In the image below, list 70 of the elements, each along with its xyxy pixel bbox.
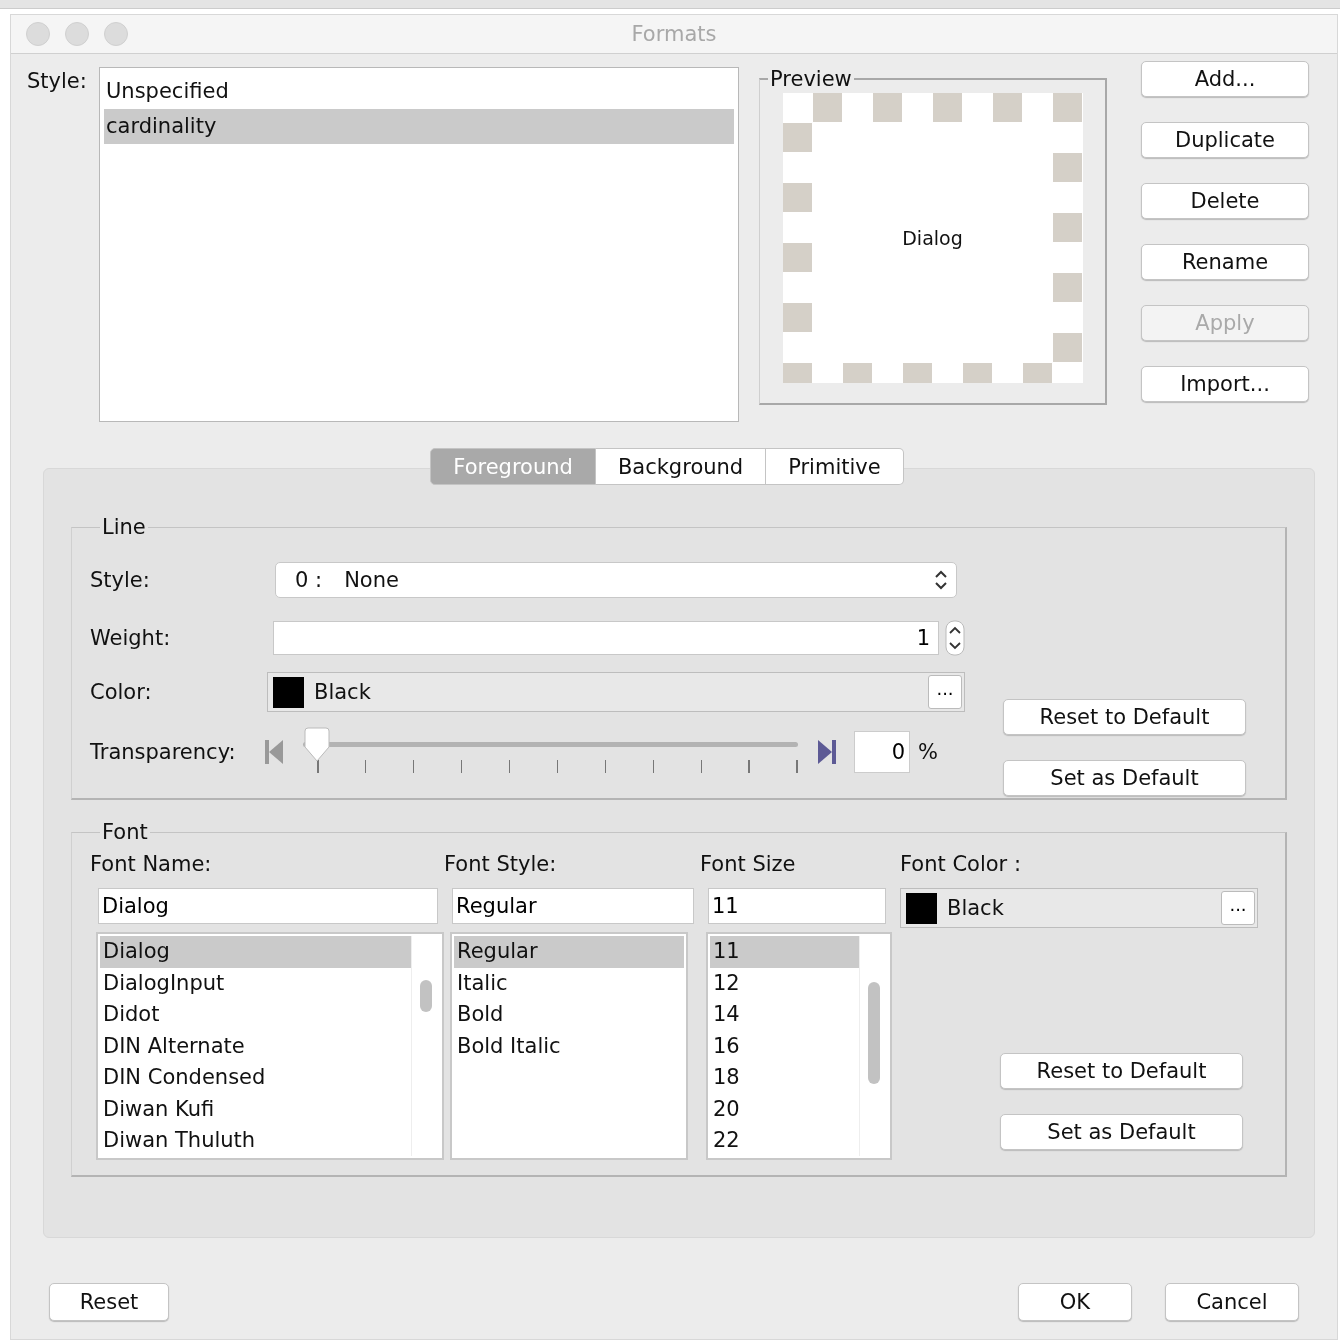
field-label: Font Name: bbox=[90, 852, 213, 878]
action-button[interactable]: Delete bbox=[1141, 183, 1309, 219]
font-name-field[interactable]: Dialog bbox=[98, 888, 438, 924]
spinner-icon[interactable] bbox=[945, 620, 965, 656]
scrollbar-thumb[interactable] bbox=[420, 980, 432, 1012]
list-item[interactable]: Bold bbox=[454, 999, 684, 1031]
preview-title: Preview bbox=[769, 67, 853, 91]
slider-thumb[interactable] bbox=[302, 727, 332, 763]
field-label: Weight: bbox=[90, 626, 172, 650]
group-title: Line bbox=[101, 515, 147, 539]
action-button[interactable]: Add... bbox=[1141, 61, 1309, 97]
list-item[interactable]: Regular bbox=[454, 936, 684, 968]
list-item[interactable]: Diwan Kufi bbox=[100, 1093, 411, 1125]
list-item[interactable]: DialogInput bbox=[100, 967, 411, 999]
list-item[interactable]: 14 bbox=[710, 999, 859, 1031]
list-item[interactable]: 22 bbox=[710, 1125, 859, 1157]
action-button[interactable]: Import... bbox=[1141, 366, 1309, 402]
font-size-field[interactable]: 11 bbox=[708, 888, 886, 924]
more-button[interactable]: ... bbox=[1221, 891, 1255, 925]
list-item[interactable]: 12 bbox=[710, 967, 859, 999]
transparency-field[interactable]: 0 bbox=[854, 731, 910, 773]
reset-button[interactable]: Reset bbox=[49, 1283, 169, 1321]
more-button[interactable]: ... bbox=[928, 675, 962, 709]
action-button[interactable]: Set as Default bbox=[1000, 1114, 1243, 1150]
dialog-button[interactable]: OK bbox=[1018, 1283, 1132, 1321]
group-title: Font bbox=[101, 820, 149, 844]
font-color-field[interactable]: Black ... bbox=[900, 888, 1258, 928]
style-label: Style: bbox=[27, 69, 88, 95]
field-label: Style: bbox=[90, 568, 151, 592]
stepper-icon bbox=[934, 569, 948, 591]
scrollbar-thumb[interactable] bbox=[868, 982, 880, 1084]
list-item[interactable]: 11 bbox=[710, 936, 859, 968]
field-label: Color: bbox=[90, 680, 153, 704]
field-label: Font Style: bbox=[444, 852, 558, 878]
action-button[interactable]: Reset to Default bbox=[1000, 1053, 1243, 1089]
list-item[interactable]: Bold Italic bbox=[454, 1030, 684, 1062]
window-title: Formats bbox=[631, 22, 717, 46]
list-item[interactable]: Italic bbox=[454, 967, 684, 999]
list-item[interactable]: 20 bbox=[710, 1093, 859, 1125]
list-item[interactable]: Dialog bbox=[100, 936, 411, 968]
skip-start-icon[interactable] bbox=[263, 738, 285, 766]
skip-end-icon[interactable] bbox=[816, 738, 838, 766]
action-button[interactable]: Set as Default bbox=[1003, 760, 1246, 796]
close-icon[interactable] bbox=[26, 22, 50, 46]
tab[interactable]: Primitive bbox=[766, 448, 904, 485]
list-item[interactable]: DIN Condensed bbox=[100, 1062, 411, 1094]
weight-field[interactable]: 1 bbox=[273, 621, 939, 655]
style-list-item[interactable]: cardinality bbox=[104, 109, 734, 144]
action-button[interactable]: Duplicate bbox=[1141, 122, 1309, 158]
font-style-field[interactable]: Regular bbox=[452, 888, 694, 924]
style-dropdown[interactable]: 0 : None bbox=[275, 562, 957, 598]
style-list-item[interactable]: Unspecified bbox=[104, 74, 734, 109]
minimize-icon[interactable] bbox=[65, 22, 89, 46]
preview-text: Dialog bbox=[902, 227, 963, 249]
list-item[interactable]: 18 bbox=[710, 1062, 859, 1094]
transparency-slider[interactable] bbox=[303, 730, 798, 774]
field-label: Font Color : bbox=[900, 852, 1022, 878]
color-field[interactable]: Black ... bbox=[267, 672, 965, 712]
list-item[interactable]: DIN Alternate bbox=[100, 1030, 411, 1062]
action-button[interactable]: Rename bbox=[1141, 244, 1309, 280]
dialog-button[interactable]: Cancel bbox=[1165, 1283, 1299, 1321]
percent-label: % bbox=[918, 740, 938, 764]
tab[interactable]: Background bbox=[595, 448, 767, 485]
action-button[interactable]: Reset to Default bbox=[1003, 699, 1246, 735]
list-item[interactable]: Didot bbox=[100, 999, 411, 1031]
field-label: Transparency: bbox=[90, 740, 237, 764]
zoom-icon[interactable] bbox=[104, 22, 128, 46]
list-item[interactable]: 16 bbox=[710, 1030, 859, 1062]
list-item[interactable]: Diwan Thuluth bbox=[100, 1125, 411, 1157]
field-label: Font Size bbox=[700, 852, 797, 878]
